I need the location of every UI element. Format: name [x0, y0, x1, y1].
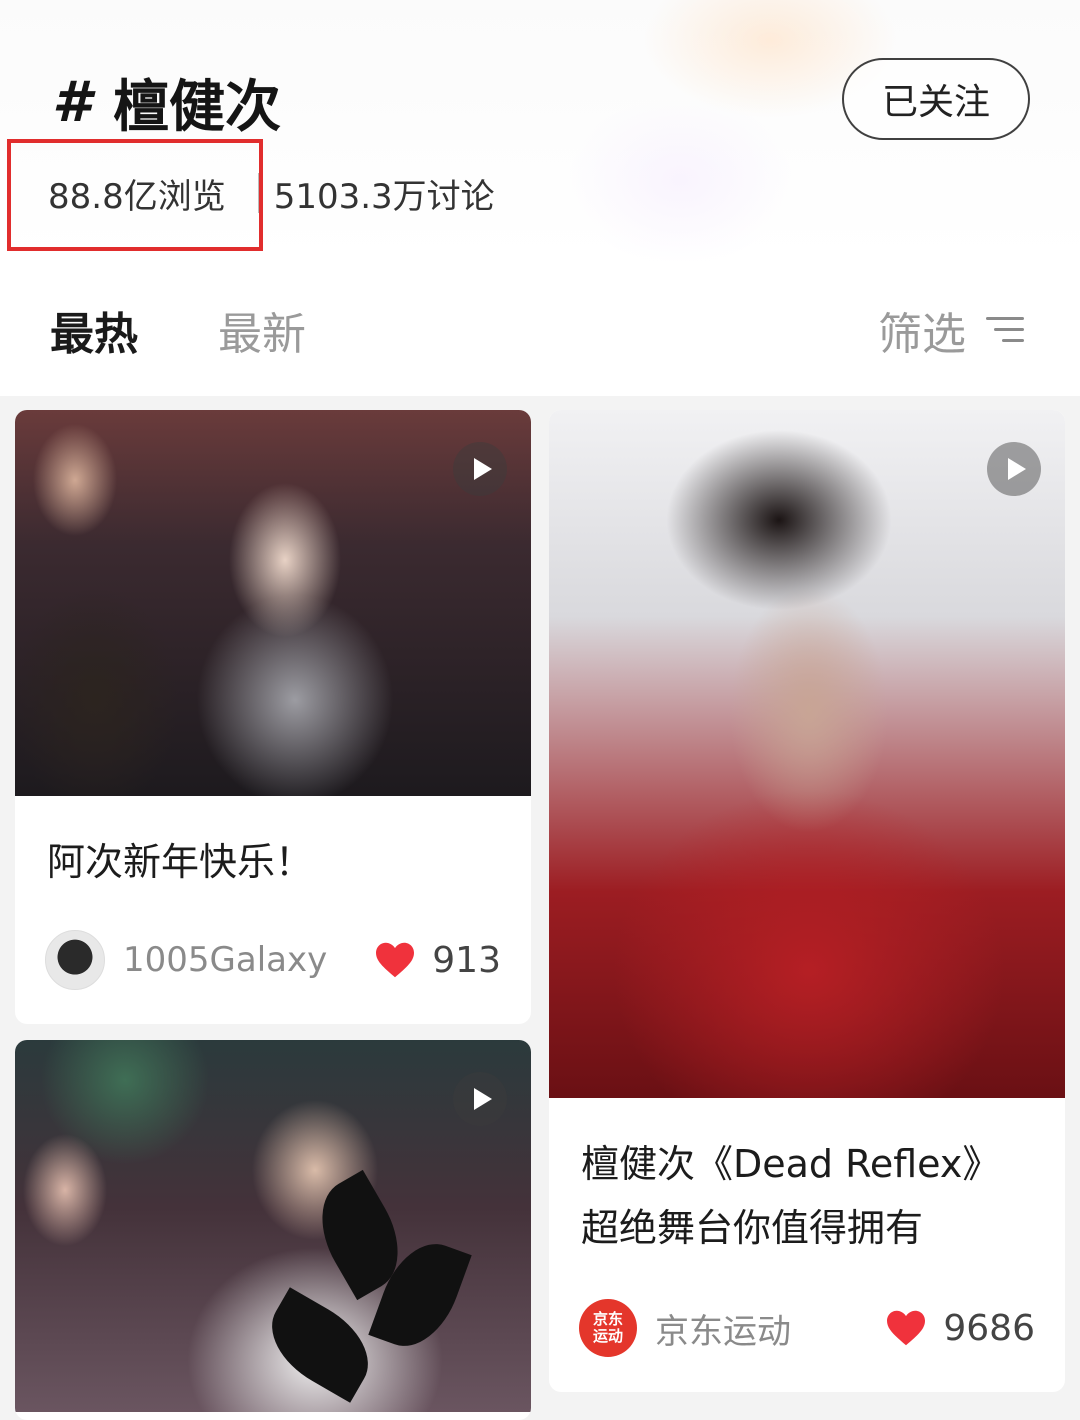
post-title-line-1: 檀健次《Dead Reflex》	[581, 1142, 1001, 1186]
post-card-1[interactable]: 阿次新年快乐！ 1005Galaxy 913	[15, 410, 531, 1024]
topic-name: 檀健次	[112, 74, 281, 140]
decorative-leaf	[254, 1287, 386, 1403]
play-icon[interactable]	[453, 1072, 507, 1126]
post-title-line-2: 超绝舞台你值得拥有	[581, 1206, 924, 1250]
post-meta: 1005Galaxy 913	[45, 930, 501, 990]
topic-title: # 檀健次	[52, 62, 281, 142]
post-title[interactable]: 檀健次《Dead Reflex》 超绝舞台你值得拥有	[581, 1132, 1000, 1260]
post-meta: 京东运动 京东运动 9686	[579, 1298, 1035, 1358]
highlight-annotation-box	[7, 139, 263, 251]
play-icon[interactable]	[987, 442, 1041, 496]
author-name[interactable]: 1005Galaxy	[123, 940, 374, 980]
post-card-3[interactable]	[15, 1040, 531, 1420]
heart-icon[interactable]	[374, 941, 416, 979]
play-icon[interactable]	[453, 442, 507, 496]
filter-button[interactable]: 筛选	[878, 300, 1024, 360]
like-count: 9686	[943, 1307, 1035, 1349]
tab-hot[interactable]: 最热	[50, 300, 138, 360]
following-button[interactable]: 已关注	[842, 58, 1030, 140]
avatar-text: 京东运动	[592, 1310, 623, 1345]
tab-new[interactable]: 最新	[218, 300, 306, 360]
discussion-count: 5103.3万讨论	[273, 176, 495, 217]
author-name[interactable]: 京东运动	[655, 1304, 885, 1353]
avatar[interactable]	[45, 930, 105, 990]
filter-label: 筛选	[878, 309, 966, 360]
post-thumbnail[interactable]	[549, 410, 1065, 1098]
post-title[interactable]: 阿次新年快乐！	[47, 830, 313, 894]
hashtag-symbol: #	[52, 69, 91, 135]
like-count: 913	[432, 939, 501, 981]
post-card-2[interactable]: 檀健次《Dead Reflex》 超绝舞台你值得拥有 京东运动 京东运动 968…	[549, 410, 1065, 1392]
filter-icon	[984, 315, 1024, 345]
heart-icon[interactable]	[885, 1309, 927, 1347]
avatar[interactable]: 京东运动	[579, 1299, 637, 1357]
